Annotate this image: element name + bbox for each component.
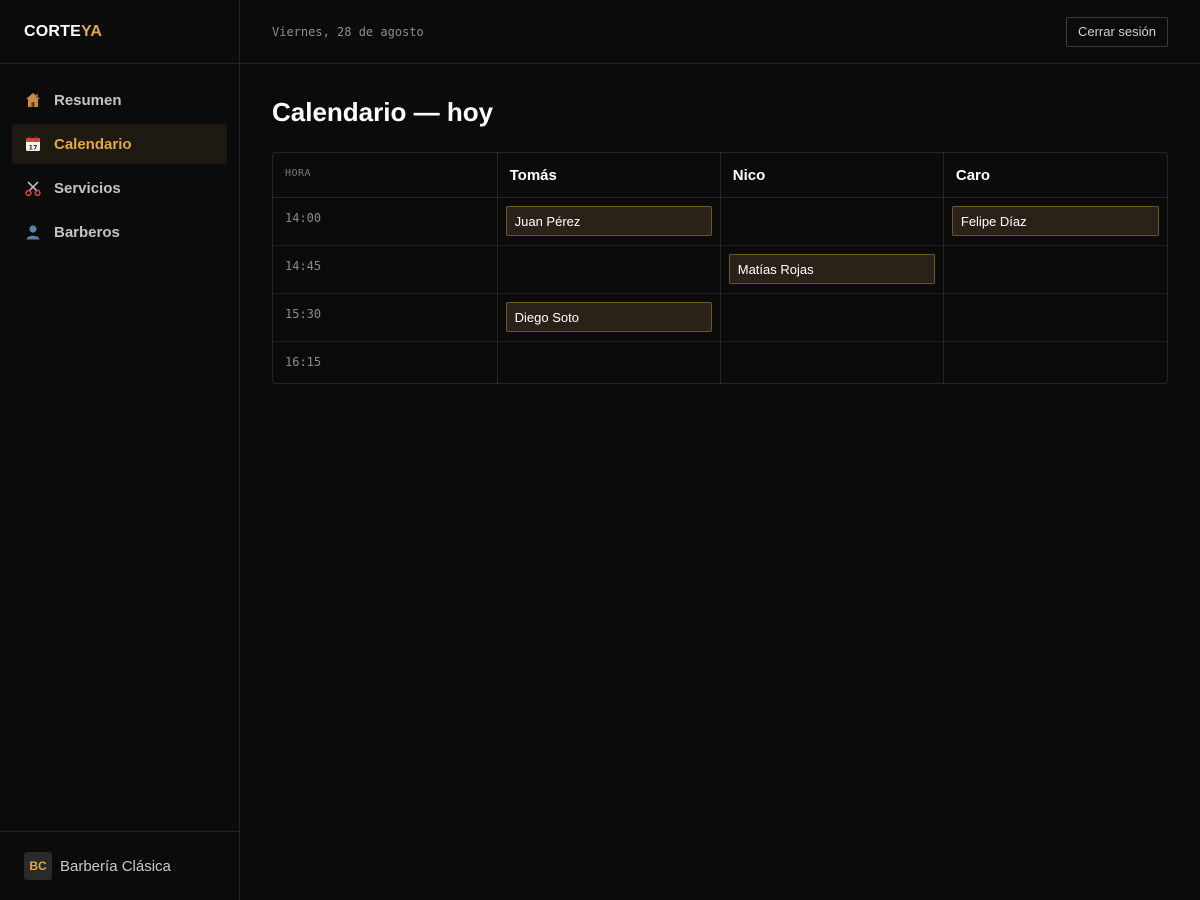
content: Calendario — hoy HORA Tomás Nico Caro 14… — [240, 64, 1200, 384]
sidebar-item-label: Barberos — [54, 223, 120, 241]
sidebar-item-servicios[interactable]: Servicios — [12, 168, 227, 208]
sidebar-item-label: Servicios — [54, 179, 121, 197]
slot-cell[interactable]: Juan Pérez — [498, 198, 721, 245]
avatar: BC — [24, 852, 52, 880]
time-column-header: HORA — [273, 153, 498, 198]
scissors-icon — [24, 179, 42, 197]
barber-column-header: Nico — [721, 153, 944, 198]
top-bar: Viernes, 28 de agosto Cerrar sesión — [240, 0, 1200, 64]
main-area: Viernes, 28 de agosto Cerrar sesión Cale… — [240, 0, 1200, 900]
sidebar-item-label: Calendario — [54, 135, 132, 153]
appointment-card[interactable]: Matías Rojas — [728, 254, 935, 284]
slot-cell[interactable]: Matías Rojas — [721, 246, 944, 293]
time-slot-row: 15:30 Diego Soto — [273, 294, 1167, 342]
calendar-header-row: HORA Tomás Nico Caro — [273, 153, 1167, 198]
slot-cell[interactable] — [721, 342, 944, 383]
brand-logo[interactable]: CORTE YA — [0, 0, 239, 64]
sidebar-item-label: Resumen — [54, 91, 122, 109]
time-cell: 14:45 — [273, 246, 498, 293]
brand-name-part1: CORTE — [24, 22, 81, 40]
time-cell: 15:30 — [273, 294, 498, 341]
user-icon — [24, 223, 42, 241]
barber-name: Tomás — [509, 166, 557, 184]
slot-time: 15:30 — [285, 307, 322, 321]
sidebar-item-calendario[interactable]: 17 Calendario — [12, 124, 227, 164]
appointment-card[interactable]: Juan Pérez — [505, 206, 712, 236]
time-cell: 16:15 — [273, 342, 498, 383]
page-title: Calendario — hoy — [272, 97, 494, 127]
time-slot-row: 14:45 Matías Rojas — [273, 246, 1167, 294]
time-slot-row: 14:00 Juan Pérez Felipe Díaz — [273, 198, 1167, 246]
slot-cell[interactable] — [498, 246, 721, 293]
calendar-icon: 17 — [24, 135, 42, 153]
appointment-card[interactable]: Felipe Díaz — [951, 206, 1159, 236]
sidebar-nav: Resumen 17 Calendario Servicios Barberos — [0, 64, 239, 831]
house-icon — [24, 91, 42, 109]
slot-cell[interactable] — [721, 294, 944, 341]
app-root: CORTE YA Resumen 17 Calendario Servicios… — [0, 0, 1200, 900]
sidebar-footer[interactable]: BC Barbería Clásica — [0, 831, 239, 900]
barber-name: Nico — [732, 166, 766, 184]
sidebar-item-resumen[interactable]: Resumen — [12, 80, 227, 120]
slot-cell[interactable] — [944, 342, 1167, 383]
slot-time: 16:15 — [285, 355, 322, 369]
current-date: Viernes, 28 de agosto — [272, 24, 424, 39]
time-cell: 14:00 — [273, 198, 498, 245]
slot-time: 14:00 — [285, 211, 322, 225]
shop-name: Barbería Clásica — [60, 857, 171, 875]
calendar-grid: HORA Tomás Nico Caro 14:00 Juan Pérez Fe… — [272, 152, 1168, 384]
barber-column-header: Tomás — [498, 153, 721, 198]
sidebar-item-barberos[interactable]: Barberos — [12, 212, 227, 252]
barber-column-header: Caro — [944, 153, 1167, 198]
appointment-card[interactable]: Diego Soto — [505, 302, 712, 332]
slot-cell[interactable]: Diego Soto — [498, 294, 721, 341]
slot-cell[interactable] — [721, 198, 944, 245]
slot-cell[interactable] — [944, 246, 1167, 293]
barber-name: Caro — [955, 166, 991, 184]
time-slot-row: 16:15 — [273, 342, 1167, 383]
slot-time: 14:45 — [285, 259, 322, 273]
slot-cell[interactable] — [498, 342, 721, 383]
slot-cell[interactable]: Felipe Díaz — [944, 198, 1167, 245]
sidebar: CORTE YA Resumen 17 Calendario Servicios… — [0, 0, 240, 900]
brand-name-part2: YA — [81, 22, 103, 40]
logout-button[interactable]: Cerrar sesión — [1065, 16, 1168, 47]
slot-cell[interactable] — [944, 294, 1167, 341]
svg-text:17: 17 — [28, 144, 37, 152]
time-header-label: HORA — [285, 167, 312, 179]
